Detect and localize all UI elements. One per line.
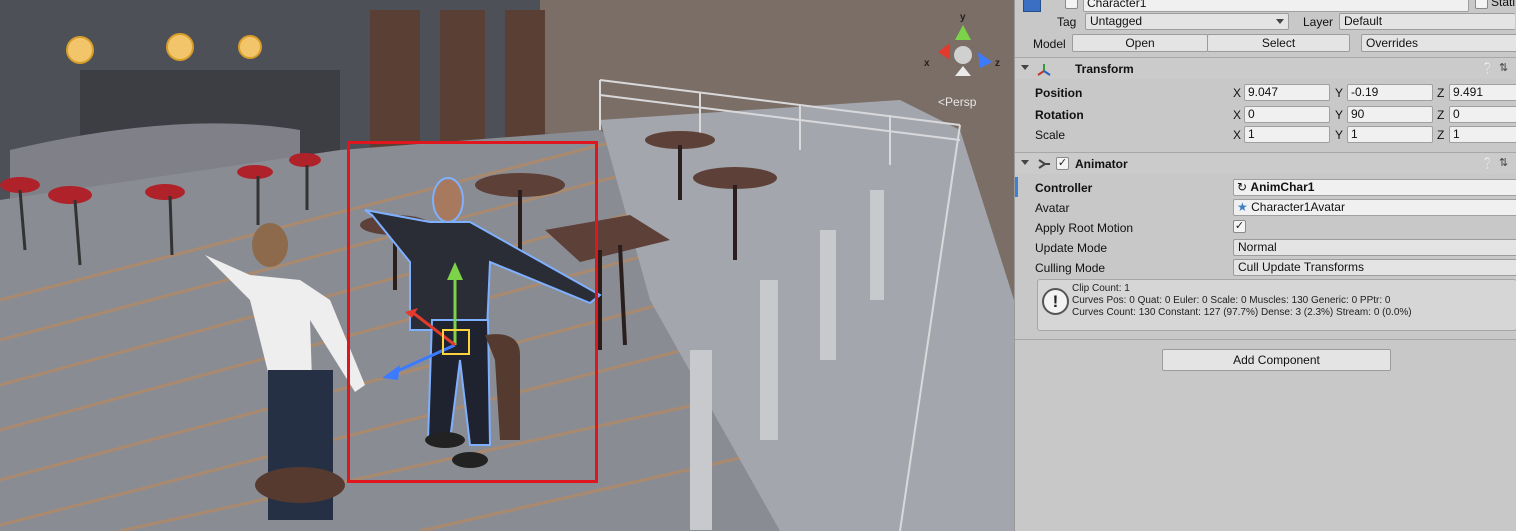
rotation-z-field[interactable]: 0: [1449, 106, 1516, 123]
scale-x-field[interactable]: 1: [1244, 126, 1330, 143]
tag-dropdown[interactable]: Untagged: [1085, 13, 1289, 30]
update-mode-dropdown[interactable]: Normal: [1233, 239, 1516, 256]
controller-label: Controller: [1035, 181, 1093, 195]
transform-axes-icon: [1037, 64, 1051, 76]
transform-title: Transform: [1075, 62, 1134, 76]
update-mode-label: Update Mode: [1035, 241, 1108, 255]
layer-label: Layer: [1303, 15, 1334, 29]
foldout-arrow-icon: [1021, 160, 1029, 165]
help-icon[interactable]: ❔: [1481, 157, 1495, 170]
persp-arrow-icon: <: [938, 95, 946, 109]
inspector-panel: Character1 Stati Tag Untagged Layer Defa…: [1014, 0, 1516, 531]
gizmo-z-label: z: [995, 58, 1000, 69]
clip-count-text: Clip Count: 1: [1072, 283, 1130, 294]
warning-exclamation-icon: !: [1042, 288, 1069, 315]
culling-mode-label: Culling Mode: [1035, 261, 1106, 275]
foldout-arrow-icon: [1021, 65, 1029, 70]
static-checkbox[interactable]: [1475, 0, 1488, 9]
pos-y-axis-label: Y: [1335, 86, 1344, 100]
pos-x-axis-label: X: [1233, 86, 1242, 100]
rot-x-axis-label: X: [1233, 108, 1242, 122]
animator-info-box: ! Clip Count: 1 Curves Pos: 0 Quat: 0 Eu…: [1037, 279, 1516, 331]
layer-dropdown[interactable]: Default: [1339, 13, 1515, 30]
apply-root-motion-checkbox[interactable]: ✓: [1233, 220, 1246, 233]
gizmo-x-label: x: [924, 58, 930, 69]
avatar-person-icon: ★: [1237, 200, 1248, 214]
animator-enabled-checkbox[interactable]: ✓: [1056, 157, 1069, 170]
settings-sliders-icon[interactable]: ⇅: [1499, 156, 1508, 169]
avatar-label: Avatar: [1035, 201, 1070, 215]
model-overrides-dropdown[interactable]: Overrides: [1361, 34, 1516, 52]
curves-count-text: Curves Count: 130 Constant: 127 (97.7%) …: [1072, 307, 1412, 318]
static-label: Stati: [1491, 0, 1516, 9]
transform-header[interactable]: Transform ❔ ⇅: [1015, 57, 1516, 79]
position-y-field[interactable]: -0.19: [1347, 84, 1433, 101]
position-x-field[interactable]: 9.047: [1244, 84, 1330, 101]
model-open-button[interactable]: Open: [1072, 34, 1208, 52]
curves-pos-text: Curves Pos: 0 Quat: 0 Euler: 0 Scale: 0 …: [1072, 295, 1391, 306]
tag-label: Tag: [1057, 15, 1077, 29]
animator-controller-icon: ↻: [1237, 180, 1248, 194]
model-label: Model: [1033, 37, 1066, 51]
camera-mode-label[interactable]: <Persp: [938, 95, 976, 109]
model-select-button[interactable]: Select: [1207, 34, 1350, 52]
pos-z-axis-label: Z: [1437, 86, 1445, 100]
gizmo-y-label: y: [960, 12, 966, 23]
settings-sliders-icon[interactable]: ⇅: [1499, 61, 1508, 74]
animator-icon: [1038, 159, 1050, 169]
active-checkbox[interactable]: [1065, 0, 1078, 9]
controller-field[interactable]: ↻ AnimChar1: [1233, 179, 1516, 196]
scale-y-axis-label: Y: [1335, 128, 1344, 142]
rot-y-axis-label: Y: [1335, 108, 1344, 122]
divider: [1015, 339, 1516, 340]
gameobject-cube-icon: [1023, 0, 1041, 12]
rotation-y-field[interactable]: 90: [1347, 106, 1433, 123]
focus-indicator: [1015, 177, 1018, 197]
scale-label: Scale: [1035, 128, 1066, 142]
add-component-button[interactable]: Add Component: [1162, 349, 1391, 371]
position-label: Position: [1035, 86, 1083, 100]
scale-z-field[interactable]: 1: [1449, 126, 1516, 143]
scale-z-axis-label: Z: [1437, 128, 1445, 142]
object-name-field[interactable]: Character1: [1083, 0, 1469, 12]
scale-x-axis-label: X: [1233, 128, 1242, 142]
chevron-down-icon: [1276, 19, 1284, 24]
apply-root-motion-label: Apply Root Motion: [1035, 221, 1134, 235]
help-icon[interactable]: ❔: [1481, 62, 1495, 75]
avatar-field[interactable]: ★ Character1Avatar: [1233, 199, 1516, 216]
animator-title: Animator: [1075, 157, 1128, 171]
position-z-field[interactable]: 9.491: [1449, 84, 1516, 101]
animator-header[interactable]: ✓ Animator ❔ ⇅: [1015, 152, 1516, 174]
selection-highlight-box: [347, 141, 598, 483]
scene-view[interactable]: x y z <Persp: [0, 0, 1014, 531]
culling-mode-dropdown[interactable]: Cull Update Transforms: [1233, 259, 1516, 276]
rotation-label: Rotation: [1035, 108, 1084, 122]
rotation-x-field[interactable]: 0: [1244, 106, 1330, 123]
rot-z-axis-label: Z: [1437, 108, 1445, 122]
scale-y-field[interactable]: 1: [1347, 126, 1433, 143]
